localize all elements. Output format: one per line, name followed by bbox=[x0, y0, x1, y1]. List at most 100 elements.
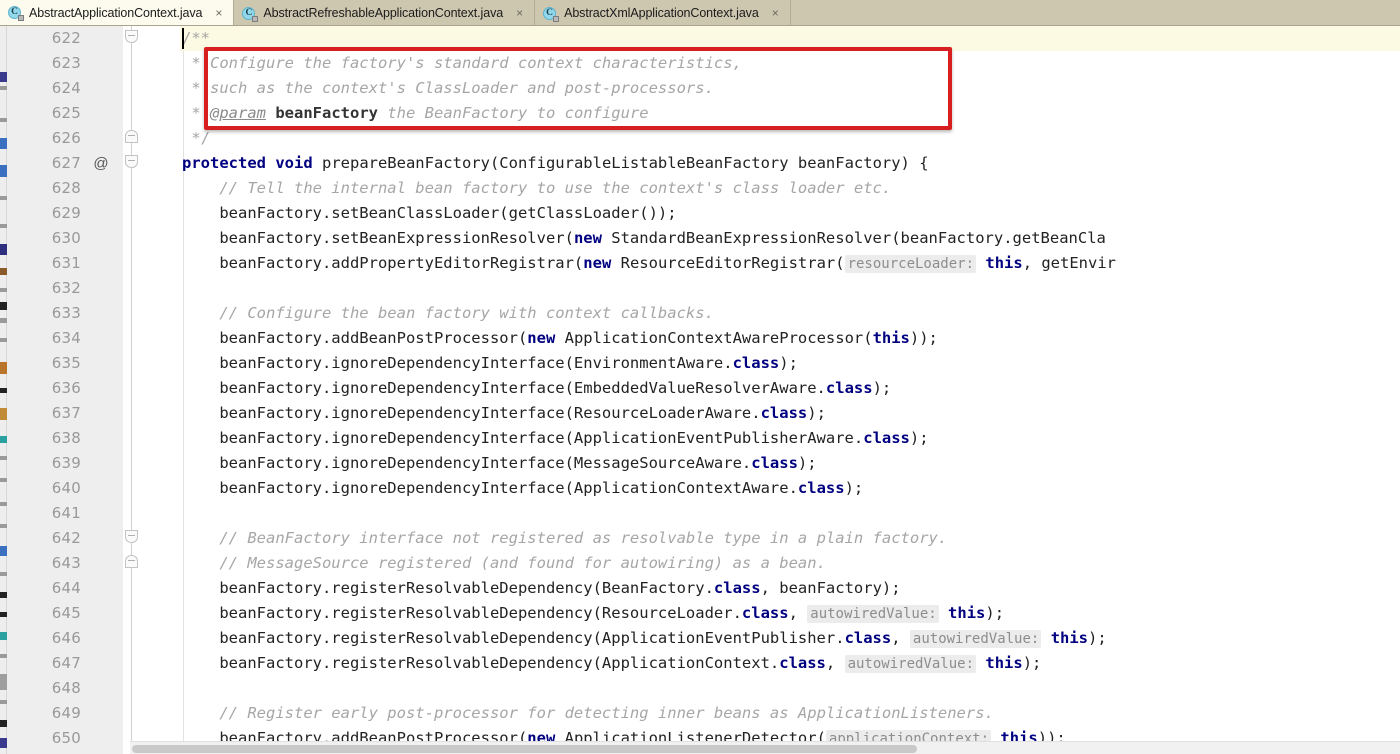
fold-marker-down[interactable] bbox=[125, 155, 138, 168]
code-line[interactable]: beanFactory.ignoreDependencyInterface(Me… bbox=[180, 451, 816, 476]
close-icon[interactable]: × bbox=[770, 7, 781, 19]
stripe-mark bbox=[0, 700, 7, 704]
code-line[interactable]: * @param beanFactory the BeanFactory to … bbox=[180, 101, 648, 126]
code-line[interactable]: protected void prepareBeanFactory(Config… bbox=[180, 151, 929, 176]
code-token: ); bbox=[1022, 654, 1042, 672]
close-icon[interactable]: × bbox=[213, 7, 224, 19]
code-line[interactable]: /** bbox=[180, 26, 210, 51]
code-line[interactable]: // Tell the internal bean factory to use… bbox=[180, 176, 891, 201]
fold-marker-down[interactable] bbox=[125, 530, 138, 543]
code-token: ApplicationContextAwareProcessor( bbox=[555, 329, 873, 347]
editor-tab-2[interactable]: C AbstractXmlApplicationContext.java × bbox=[535, 0, 791, 25]
code-token: class bbox=[741, 604, 789, 622]
code-line[interactable] bbox=[180, 501, 182, 526]
stripe-mark bbox=[0, 268, 7, 275]
code-token: )); bbox=[909, 329, 938, 347]
code-line[interactable]: // BeanFactory interface not registered … bbox=[180, 526, 947, 551]
java-class-icon: C bbox=[8, 5, 24, 21]
fold-marker-up[interactable] bbox=[125, 555, 138, 568]
code-token: // Tell the internal bean factory to use… bbox=[219, 179, 892, 197]
code-editor[interactable]: 622 623 624 625 626 627 @628 629 630 631 632 633 634… bbox=[0, 26, 1400, 754]
code-line[interactable]: beanFactory.registerResolvableDependency… bbox=[180, 601, 1004, 626]
line-number: 624 bbox=[51, 79, 81, 97]
code-token: beanFactory.ignoreDependencyInterface(Ap… bbox=[182, 429, 864, 447]
code-text-area[interactable]: /** * Configure the factory's standard c… bbox=[180, 26, 1400, 754]
editor-tab-bar: C AbstractApplicationContext.java × C Abstra… bbox=[0, 0, 1400, 26]
code-token: new bbox=[527, 329, 556, 347]
code-line[interactable]: // Register early post-processor for det… bbox=[180, 701, 994, 726]
code-folding-column[interactable] bbox=[123, 26, 180, 754]
annotation-marker-icon[interactable]: @ bbox=[91, 151, 111, 176]
code-token: * bbox=[182, 54, 210, 72]
line-number: 634 bbox=[51, 329, 81, 347]
stripe-mark bbox=[0, 288, 7, 292]
code-token: beanFactory.ignoreDependencyInterface(Em… bbox=[182, 379, 826, 397]
editor-gutter[interactable]: 622 623 624 625 626 627 @628 629 630 631 632 633 634… bbox=[7, 26, 123, 754]
code-token: * bbox=[182, 104, 210, 122]
code-token: protected void bbox=[182, 154, 313, 172]
code-token: class bbox=[797, 479, 845, 497]
code-line[interactable]: beanFactory.setBeanClassLoader(getClassL… bbox=[180, 201, 676, 226]
fold-marker-down[interactable] bbox=[125, 30, 138, 43]
code-token: ); bbox=[872, 379, 892, 397]
code-line[interactable]: beanFactory.ignoreDependencyInterface(En… bbox=[180, 351, 798, 376]
code-token: prepareBeanFactory(ConfigurableListableB… bbox=[312, 154, 929, 172]
code-token: this bbox=[985, 654, 1023, 672]
close-icon[interactable]: × bbox=[514, 7, 525, 19]
editor-tab-1[interactable]: C AbstractRefreshableApplicationContext.j… bbox=[234, 0, 536, 25]
line-number: 626 bbox=[51, 129, 81, 147]
code-line[interactable]: */ bbox=[180, 126, 210, 151]
code-token: , bbox=[891, 629, 910, 647]
line-number: 648 bbox=[51, 679, 81, 697]
code-token: beanFactory.setBeanExpressionResolver( bbox=[182, 229, 574, 247]
code-line[interactable]: beanFactory.registerResolvableDependency… bbox=[180, 651, 1041, 676]
fold-marker-up[interactable] bbox=[125, 130, 138, 143]
line-number: 644 bbox=[51, 579, 81, 597]
code-line[interactable]: beanFactory.ignoreDependencyInterface(Ap… bbox=[180, 426, 928, 451]
code-token: // MessageSource registered (and found f… bbox=[219, 554, 826, 572]
code-token: @param bbox=[210, 104, 266, 122]
parameter-hint: autowiredValue: bbox=[844, 655, 977, 673]
code-line[interactable]: beanFactory.ignoreDependencyInterface(Ap… bbox=[180, 476, 863, 501]
code-line[interactable]: beanFactory.registerResolvableDependency… bbox=[180, 576, 900, 601]
code-token: ResourceEditorRegistrar( bbox=[611, 254, 845, 272]
line-number: 632 bbox=[51, 279, 81, 297]
line-number: 630 bbox=[51, 229, 81, 247]
ide-window: C AbstractApplicationContext.java × C Abstra… bbox=[0, 0, 1400, 754]
stripe-mark bbox=[0, 720, 7, 727]
line-number: 629 bbox=[51, 204, 81, 222]
code-line[interactable]: // Configure the bean factory with conte… bbox=[180, 301, 714, 326]
parameter-hint: autowiredValue: bbox=[807, 605, 939, 623]
stripe-mark bbox=[0, 632, 7, 640]
code-token: beanFactory.ignoreDependencyInterface(Ap… bbox=[182, 479, 798, 497]
fold-connector-line bbox=[131, 26, 132, 30]
stripe-mark bbox=[0, 318, 7, 323]
code-line[interactable]: beanFactory.ignoreDependencyInterface(Re… bbox=[180, 401, 826, 426]
current-line-highlight bbox=[180, 26, 1400, 51]
editor-tab-0[interactable]: C AbstractApplicationContext.java × bbox=[0, 0, 235, 25]
code-token: new bbox=[583, 254, 612, 272]
code-token: such as the context's ClassLoader and po… bbox=[210, 79, 714, 97]
stripe-mark bbox=[0, 456, 7, 460]
code-line[interactable]: beanFactory.setBeanExpressionResolver(ne… bbox=[180, 226, 1106, 251]
code-line[interactable] bbox=[180, 276, 182, 301]
code-line[interactable]: * such as the context's ClassLoader and … bbox=[180, 76, 714, 101]
code-line[interactable]: // MessageSource registered (and found f… bbox=[180, 551, 826, 576]
code-line[interactable]: * Configure the factory's standard conte… bbox=[180, 51, 742, 76]
code-line[interactable] bbox=[180, 676, 182, 701]
horizontal-scrollbar[interactable] bbox=[130, 741, 1400, 754]
code-token: beanFactory.addPropertyEditorRegistrar( bbox=[182, 254, 584, 272]
horizontal-scrollbar-thumb[interactable] bbox=[132, 745, 917, 753]
stripe-mark bbox=[0, 546, 7, 556]
code-token: , bbox=[788, 604, 808, 622]
code-line[interactable]: beanFactory.registerResolvableDependency… bbox=[180, 626, 1107, 651]
code-line[interactable]: beanFactory.ignoreDependencyInterface(Em… bbox=[180, 376, 891, 401]
vcs-change-stripe[interactable] bbox=[0, 26, 7, 754]
line-number: 649 bbox=[51, 704, 81, 722]
code-line[interactable]: beanFactory.addPropertyEditorRegistrar(n… bbox=[180, 251, 1116, 276]
code-line[interactable]: beanFactory.addBeanPostProcessor(new App… bbox=[180, 326, 938, 351]
